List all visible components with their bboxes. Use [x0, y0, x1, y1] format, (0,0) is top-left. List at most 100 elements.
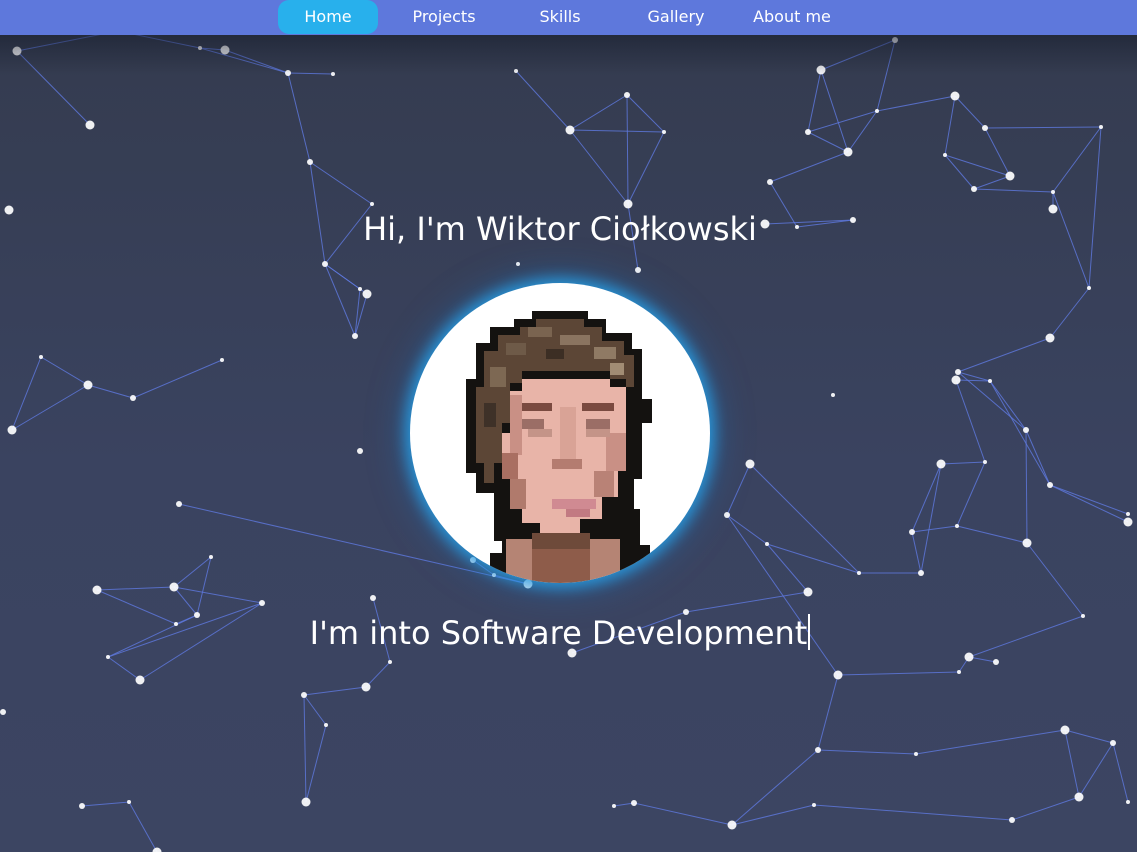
network-node: [635, 267, 641, 273]
network-line: [847, 110, 878, 153]
network-node: [1126, 512, 1130, 516]
network-line: [1049, 484, 1129, 523]
network-line: [920, 463, 942, 574]
network-node: [516, 262, 520, 266]
network-node: [831, 393, 835, 397]
network-node: [301, 797, 311, 807]
network-node: [914, 752, 918, 756]
nav-item-gallery[interactable]: Gallery: [626, 0, 726, 34]
network-line: [769, 151, 849, 183]
network-node: [362, 289, 372, 299]
network-node: [957, 670, 961, 674]
network-node: [1009, 817, 1015, 823]
nav-item-skills[interactable]: Skills: [510, 0, 610, 34]
network-line: [626, 94, 629, 205]
network-line: [911, 525, 958, 533]
network-line: [1064, 729, 1080, 798]
network-node: [1051, 190, 1055, 194]
network-line: [726, 514, 768, 545]
network-node: [1060, 725, 1070, 735]
network-node: [624, 92, 630, 98]
network-line: [984, 126, 1102, 129]
network-node: [943, 153, 947, 157]
network-node: [765, 542, 769, 546]
network-node: [857, 571, 861, 575]
nav-item-projects[interactable]: Projects: [394, 0, 494, 34]
network-line: [731, 749, 819, 826]
network-line: [766, 543, 809, 593]
network-node: [130, 395, 136, 401]
pixel-art-portrait-icon: [466, 311, 652, 583]
network-node: [301, 692, 307, 698]
network-node: [370, 595, 376, 601]
network-node: [7, 425, 17, 435]
network-line: [817, 674, 839, 751]
network-node: [370, 202, 374, 206]
top-navigation-bar: Home Projects Skills Gallery About me: [0, 0, 1137, 35]
page-title: Hi, I'm Wiktor Ciołkowski: [363, 210, 757, 248]
network-node: [358, 287, 362, 291]
network-node: [361, 682, 371, 692]
network-line: [956, 461, 986, 527]
typed-subtitle-text: I'm into Software Development: [309, 614, 808, 652]
network-line: [196, 556, 212, 616]
network-node: [209, 555, 213, 559]
network-line: [817, 749, 917, 755]
network-line: [957, 371, 1027, 431]
typing-cursor: [808, 614, 811, 650]
network-node: [964, 652, 974, 662]
network-node: [259, 600, 265, 606]
network-node: [92, 585, 102, 595]
network-line: [305, 724, 327, 803]
network-node: [918, 570, 924, 576]
network-line: [627, 131, 665, 205]
network-line: [957, 337, 1051, 373]
network-line: [915, 729, 1066, 755]
network-node: [1005, 171, 1015, 181]
network-node: [982, 125, 988, 131]
network-line: [837, 671, 960, 676]
network-node: [1110, 740, 1116, 746]
network-node: [833, 670, 843, 680]
network-line: [1025, 429, 1028, 544]
nav-item-about-me[interactable]: About me: [742, 0, 842, 34]
network-node: [220, 358, 224, 362]
network-line: [633, 802, 733, 826]
network-line: [107, 656, 141, 681]
network-node: [470, 557, 476, 563]
nav-shadow: [0, 35, 1137, 75]
network-line: [569, 94, 628, 131]
network-node: [127, 800, 131, 804]
network-line: [731, 804, 815, 826]
network-node: [950, 91, 960, 101]
network-line: [515, 70, 571, 131]
network-node: [1045, 333, 1055, 343]
network-line: [132, 359, 223, 399]
network-node: [909, 529, 915, 535]
network-node: [971, 186, 977, 192]
network-node: [39, 355, 43, 359]
network-line: [1025, 429, 1051, 486]
network-node: [79, 803, 85, 809]
network-line: [956, 525, 1028, 544]
network-node: [745, 459, 755, 469]
network-node: [169, 582, 179, 592]
network-line: [989, 380, 1027, 431]
network-node: [815, 747, 821, 753]
network-line: [613, 802, 635, 807]
network-node: [805, 129, 811, 135]
network-node: [565, 125, 575, 135]
network-line: [173, 586, 198, 616]
network-line: [954, 95, 986, 129]
network-node: [936, 459, 946, 469]
network-line: [820, 69, 849, 153]
network-node: [727, 820, 737, 830]
network-node: [492, 573, 496, 577]
network-node: [1022, 538, 1032, 548]
network-node: [623, 199, 633, 209]
network-node: [85, 120, 95, 130]
nav-item-home[interactable]: Home: [278, 0, 378, 34]
network-line: [96, 586, 175, 591]
network-line: [1064, 729, 1114, 744]
network-node: [152, 847, 162, 852]
